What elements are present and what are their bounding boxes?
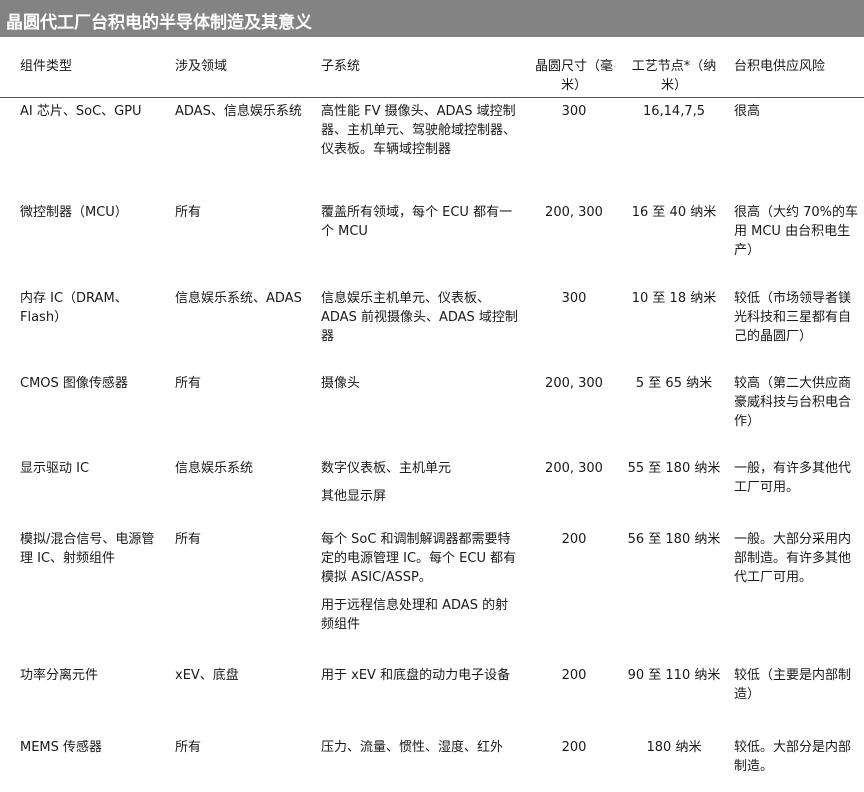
cell-domain: 信息娱乐系统、ADAS [175,291,302,306]
subsystem-paragraph: 高性能 FV 摄像头、ADAS 域控制器、主机单元、驾驶舱域控制器、仪表板。车辆… [321,104,517,157]
cell-supply-risk: 较高（第二大供应商豪威科技与台积电合作） [734,376,852,429]
cell-component: 功率分离元件 [20,668,99,683]
page-title: 晶圆代工厂台积电的半导体制造及其意义 [6,13,312,33]
header-subsystem: 子系统 [321,59,361,74]
cell-subsystem: 数字仪表板、主机单元 其他显示屏 [321,459,521,506]
cell-component: AI 芯片、SoC、GPU [20,104,142,119]
cell-domain: ADAS、信息娱乐系统 [175,104,302,119]
subsystem-paragraph: 其他显示屏 [321,489,387,504]
subsystem-paragraph: 覆盖所有领域，每个 ECU 都有一个 MCU [321,205,513,239]
cell-domain: 所有 [175,532,202,547]
cell-domain: 信息娱乐系统 [175,461,254,476]
cell-component: 内存 IC（DRAM、Flash） [20,291,128,325]
cell-subsystem: 覆盖所有领域，每个 ECU 都有一个 MCU [321,203,521,241]
cell-subsystem: 摄像头 [321,374,521,393]
cell-supply-risk: 一般。大部分采用内部制造。有许多其他代工厂可用。 [734,532,852,585]
cell-subsystem: 高性能 FV 摄像头、ADAS 域控制器、主机单元、驾驶舱域控制器、仪表板。车辆… [321,102,521,159]
header-risk: 台积电供应风险 [734,59,826,74]
cell-domain: 所有 [175,740,202,755]
subsystem-paragraph: 用于远程信息处理和 ADAS 的射频组件 [321,598,509,632]
cell-wafer-size: 300 [561,104,587,119]
cell-process-node: 16,14,7,5 [642,104,706,119]
cell-domain: 所有 [175,205,202,220]
cell-process-node: 5 至 65 纳米 [635,376,713,391]
subsystem-paragraph: 数字仪表板、主机单元 [321,461,452,476]
cell-supply-risk: 较低。大部分是内部制造。 [734,740,852,774]
cell-wafer-size: 200 [561,532,587,547]
cell-subsystem: 压力、流量、惯性、湿度、红外 [321,738,521,757]
cell-supply-risk: 较低（主要是内部制造） [734,668,852,702]
header-wafer: 晶圆尺寸（毫米） [534,59,613,93]
cell-subsystem: 信息娱乐主机单元、仪表板、ADAS 前视摄像头、ADAS 域控制器 [321,289,521,346]
cell-supply-risk: 较低（市场领导者镁光科技和三星都有自己的晶圆厂） [734,291,852,344]
header-node: 工艺节点*（纳米） [631,59,717,93]
cell-domain: xEV、底盘 [175,668,239,683]
cell-domain: 所有 [175,376,202,391]
cell-wafer-size: 200, 300 [545,205,603,220]
cell-process-node: 16 至 40 纳米 [631,205,717,220]
cell-process-node: 10 至 18 纳米 [631,291,717,306]
cell-component: 微控制器（MCU） [20,205,128,220]
cell-process-node: 55 至 180 纳米 [627,461,721,476]
title-bar: 晶圆代工厂台积电的半导体制造及其意义 [0,0,864,37]
cell-supply-risk: 很高（大约 70%的车用 MCU 由台积电生产） [734,205,859,258]
header-component: 组件类型 [20,59,73,74]
subsystem-paragraph: 信息娱乐主机单元、仪表板、ADAS 前视摄像头、ADAS 域控制器 [321,291,518,344]
cell-supply-risk: 一般，有许多其他代工厂可用。 [734,461,852,495]
cell-process-node: 90 至 110 纳米 [627,668,721,683]
subsystem-paragraph: 压力、流量、惯性、湿度、红外 [321,740,504,755]
subsystem-paragraph: 摄像头 [321,376,361,391]
cell-wafer-size: 200 [561,668,587,683]
subsystem-paragraph: 用于 xEV 和底盘的动力电子设备 [321,668,511,683]
cell-component: CMOS 图像传感器 [20,376,128,391]
cell-process-node: 56 至 180 纳米 [627,532,721,547]
cell-component: 显示驱动 IC [20,461,90,476]
cell-wafer-size: 300 [561,291,587,306]
cell-wafer-size: 200, 300 [545,461,603,476]
header-domain: 涉及领域 [175,59,228,74]
cell-subsystem: 每个 SoC 和调制解调器都需要特定的电源管理 IC。每个 ECU 都有模拟 A… [321,530,521,634]
cell-wafer-size: 200 [561,740,587,755]
cell-supply-risk: 很高 [734,104,761,119]
cell-subsystem: 用于 xEV 和底盘的动力电子设备 [321,666,521,685]
cell-component: 模拟/混合信号、电源管理 IC、射频组件 [20,532,155,566]
cell-component: MEMS 传感器 [20,740,103,755]
subsystem-paragraph: 每个 SoC 和调制解调器都需要特定的电源管理 IC。每个 ECU 都有模拟 A… [321,532,517,585]
cell-wafer-size: 200, 300 [545,376,603,391]
cell-process-node: 180 纳米 [646,740,702,755]
table-header: 组件类型 涉及领域 子系统 晶圆尺寸（毫米） 工艺节点*（纳米） 台积电供应风险 [0,45,864,98]
